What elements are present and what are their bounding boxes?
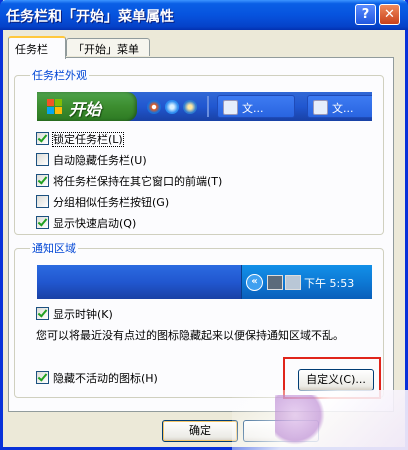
- watermark-logo-icon: [275, 395, 325, 445]
- option-label: 自动隐藏任务栏(U): [53, 154, 147, 167]
- notification-area-legend: 通知区域: [30, 240, 78, 256]
- title-bar[interactable]: 任务栏和「开始」菜单属性 ? ✕: [0, 0, 408, 30]
- taskbar-appearance-legend: 任务栏外观: [30, 67, 89, 83]
- keep-on-top-checkbox[interactable]: [36, 174, 49, 187]
- document-icon: [313, 100, 328, 115]
- task-button-label: 文...: [332, 102, 354, 115]
- show-clock-option[interactable]: 显示时钟(K): [36, 306, 113, 322]
- quick-launch-separator: [207, 96, 209, 117]
- close-button[interactable]: ✕: [379, 4, 400, 25]
- group-buttons-checkbox[interactable]: [36, 195, 49, 208]
- start-button-preview: 开始: [37, 92, 137, 121]
- clock-preview: 下午 5:53: [304, 277, 355, 290]
- tab-start-menu[interactable]: 「开始」菜单: [66, 38, 150, 56]
- customize-button[interactable]: 自定义(C)...: [298, 369, 374, 391]
- expand-tray-icon: «: [246, 274, 263, 291]
- task-button-label: 文...: [242, 102, 264, 115]
- auto-hide-option[interactable]: 自动隐藏任务栏(U): [36, 152, 147, 168]
- keep-on-top-option[interactable]: 将任务栏保持在其它窗口的前端(T): [36, 173, 222, 189]
- option-label: 显示时钟(K): [53, 308, 113, 321]
- system-tray-preview: « 下午 5:53: [241, 265, 372, 299]
- windows-logo-icon: [47, 99, 63, 115]
- help-button[interactable]: ?: [355, 4, 376, 25]
- hide-inactive-option[interactable]: 隐藏不活动的图标(H): [36, 370, 158, 386]
- option-label: 隐藏不活动的图标(H): [53, 372, 158, 385]
- volume-icon: [285, 275, 301, 290]
- option-label: 显示快速启动(Q): [53, 217, 137, 230]
- show-desktop-icon: [183, 100, 197, 114]
- ok-button[interactable]: 确定: [162, 420, 238, 442]
- document-icon: [223, 100, 238, 115]
- media-player-icon: [147, 100, 161, 114]
- option-label: 分组相似任务栏按钮(G): [53, 196, 170, 209]
- network-icon: [267, 275, 283, 290]
- lock-taskbar-option[interactable]: 锁定任务栏(L): [36, 131, 124, 147]
- tab-taskbar[interactable]: 任务栏: [8, 36, 66, 59]
- hide-inactive-checkbox[interactable]: [36, 371, 49, 384]
- taskbar-preview: 开始 文... 文...: [37, 92, 372, 121]
- auto-hide-checkbox[interactable]: [36, 153, 49, 166]
- quick-launch-checkbox[interactable]: [36, 216, 49, 229]
- option-label: 锁定任务栏(L): [52, 132, 124, 147]
- start-label: 开始: [69, 100, 102, 119]
- notification-area-preview: « 下午 5:53: [37, 265, 372, 299]
- lock-taskbar-checkbox[interactable]: [36, 132, 49, 145]
- quick-launch-option[interactable]: 显示快速启动(Q): [36, 215, 136, 231]
- group-buttons-option[interactable]: 分组相似任务栏按钮(G): [36, 194, 169, 210]
- task-button-preview-2: 文...: [307, 95, 372, 118]
- window-title: 任务栏和「开始」菜单属性: [6, 9, 174, 25]
- option-label: 将任务栏保持在其它窗口的前端(T): [53, 175, 223, 188]
- internet-explorer-icon: [165, 100, 179, 114]
- task-button-preview-1: 文...: [217, 95, 295, 118]
- notification-info-text: 您可以将最近没有点过的图标隐藏起来以便保持通知区域不乱。: [36, 329, 344, 342]
- show-clock-checkbox[interactable]: [36, 307, 49, 320]
